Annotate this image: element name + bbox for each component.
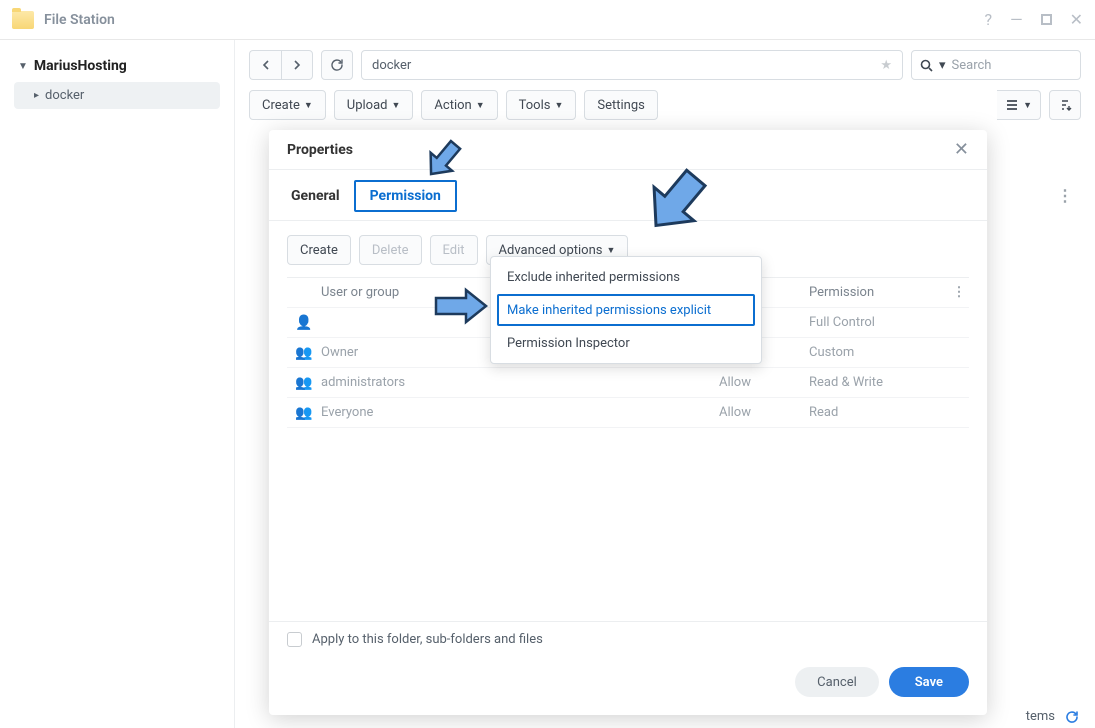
tree-root[interactable]: ▼ MariusHosting — [14, 52, 220, 80]
perm-row[interactable]: 👥 Everyone Allow Read — [287, 398, 969, 428]
action-button[interactable]: Action▼ — [421, 90, 497, 120]
nav-forward-button[interactable] — [281, 50, 313, 80]
sort-button[interactable] — [1049, 90, 1081, 120]
view-list-button[interactable]: ▼ — [997, 90, 1041, 120]
caret-down-icon: ▼ — [18, 61, 28, 72]
col-permission: Permission — [809, 285, 949, 300]
tree-child-label: docker — [45, 88, 84, 103]
annotation-arrow-3 — [428, 284, 492, 328]
apply-checkbox[interactable] — [287, 632, 302, 647]
menu-make-explicit[interactable]: Make inherited permissions explicit — [497, 294, 755, 326]
search-input[interactable]: ▾ Search — [911, 50, 1081, 80]
annotation-arrow-2 — [634, 164, 714, 244]
create-button[interactable]: Create▼ — [249, 90, 326, 120]
refresh-icon — [330, 58, 344, 72]
app-folder-icon — [12, 11, 34, 29]
menu-exclude-inherited[interactable]: Exclude inherited permissions — [491, 261, 761, 293]
app-title: File Station — [44, 12, 115, 28]
group-icon: 👥 — [287, 375, 321, 391]
search-placeholder: Search — [952, 58, 992, 73]
sort-icon — [1058, 98, 1072, 112]
properties-dialog: Properties ✕ General Permission Create D… — [269, 130, 987, 715]
close-icon[interactable]: ✕ — [1070, 10, 1083, 29]
path-value: docker — [372, 58, 411, 73]
minimize-icon[interactable]: — — [1010, 10, 1023, 29]
tab-general[interactable]: General — [287, 180, 344, 220]
apply-label: Apply to this folder, sub-folders and fi… — [312, 632, 543, 647]
tools-button[interactable]: Tools▼ — [506, 90, 577, 120]
nav-back-button[interactable] — [249, 50, 281, 80]
dialog-close-icon[interactable]: ✕ — [954, 139, 969, 160]
list-icon — [1005, 99, 1019, 111]
upload-button[interactable]: Upload▼ — [334, 90, 414, 120]
advanced-options-menu: Exclude inherited permissions Make inher… — [490, 256, 762, 364]
sidebar: ▼ MariusHosting ▸ docker — [0, 40, 235, 728]
perm-edit-button[interactable]: Edit — [430, 235, 478, 265]
tree-root-label: MariusHosting — [34, 58, 127, 74]
caret-right-icon: ▸ — [34, 90, 39, 101]
search-icon — [920, 59, 933, 72]
col-options-icon[interactable]: ⋮ — [949, 285, 969, 300]
group-icon: 👥 — [287, 405, 321, 421]
user-icon: 👤 — [287, 315, 321, 331]
refresh-button[interactable] — [321, 50, 353, 80]
settings-button[interactable]: Settings — [584, 90, 657, 120]
chevron-right-icon — [292, 60, 302, 70]
refresh-small-icon[interactable] — [1065, 710, 1079, 724]
path-input[interactable]: docker ★ — [361, 50, 903, 80]
tree-item-docker[interactable]: ▸ docker — [14, 82, 220, 109]
group-icon: 👥 — [287, 345, 321, 361]
perm-create-button[interactable]: Create — [287, 235, 351, 265]
perm-delete-button[interactable]: Delete — [359, 235, 422, 265]
help-icon[interactable]: ? — [985, 10, 993, 29]
cancel-button[interactable]: Cancel — [795, 667, 879, 697]
footer-items-label: tems — [1026, 709, 1055, 724]
chevron-left-icon — [261, 60, 271, 70]
maximize-icon[interactable] — [1041, 10, 1052, 29]
annotation-arrow-1 — [420, 136, 464, 186]
list-options-icon[interactable]: ⋮ — [1057, 186, 1073, 205]
titlebar: File Station ? — ✕ — [0, 0, 1095, 40]
dialog-title: Properties — [287, 142, 353, 158]
favorite-star-icon[interactable]: ★ — [880, 58, 892, 73]
save-button[interactable]: Save — [889, 667, 969, 697]
menu-permission-inspector[interactable]: Permission Inspector — [491, 327, 761, 359]
perm-row[interactable]: 👥 administrators Allow Read & Write — [287, 368, 969, 398]
